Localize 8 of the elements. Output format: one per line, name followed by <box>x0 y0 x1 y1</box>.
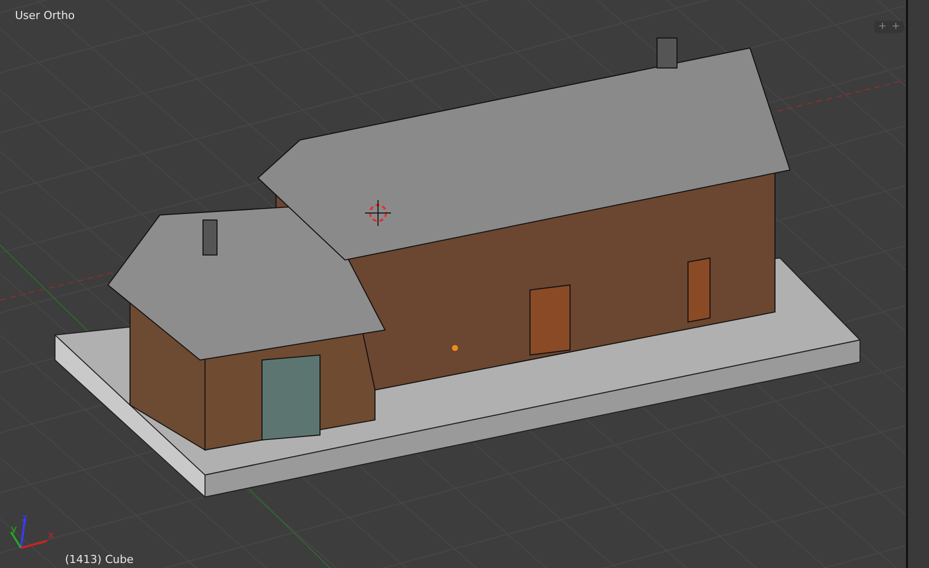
object-label: (1413) Cube <box>65 552 134 568</box>
3d-cursor-icon <box>364 200 392 226</box>
axis-label: y <box>11 525 17 535</box>
axis-label: x <box>48 531 54 541</box>
region-expand-button[interactable]: + <box>876 22 889 32</box>
view-label: User Ortho <box>15 8 75 24</box>
axis-gizmo-icon <box>10 518 48 549</box>
region-expand-button[interactable]: + <box>890 22 902 32</box>
